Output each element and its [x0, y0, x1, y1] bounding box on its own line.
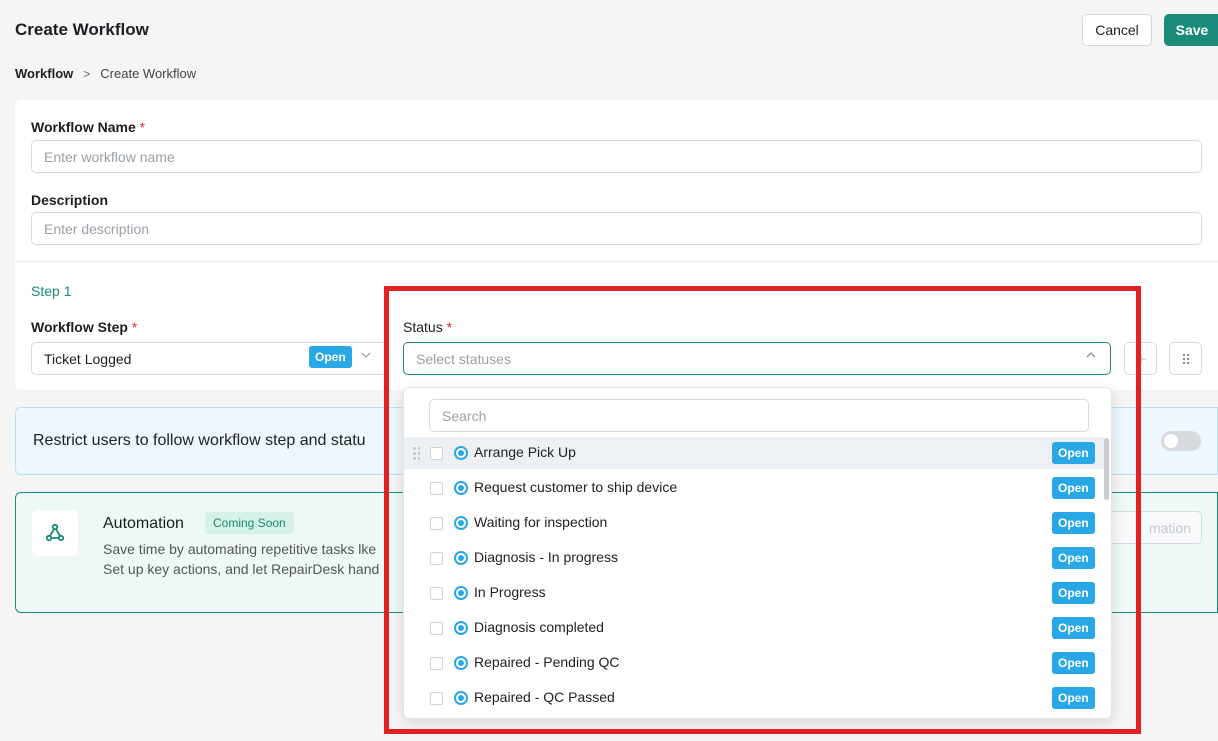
drag-handle-icon	[1182, 353, 1189, 364]
automation-desc-line2: Set up key actions, and let RepairDesk h…	[103, 561, 380, 577]
description-label: Description	[31, 192, 109, 208]
add-step-button[interactable]	[1124, 342, 1157, 375]
list-item[interactable]: Waiting for inspection Open	[404, 507, 1104, 539]
status-dot-icon	[454, 656, 468, 670]
coming-soon-badge: Coming Soon	[205, 512, 294, 534]
automation-desc-line1: Save time by automating repetitive tasks…	[103, 541, 377, 557]
page-title: Create Workflow	[15, 20, 149, 39]
section-divider	[15, 261, 1218, 262]
automation-icon-box	[32, 510, 78, 556]
workflow-step-label-text: Workflow Step	[31, 319, 128, 335]
restrict-text: Restrict users to follow workflow step a…	[33, 432, 366, 449]
item-checkbox[interactable]	[430, 517, 443, 530]
item-label: Repaired - Pending QC	[474, 654, 620, 670]
required-mark: *	[131, 319, 138, 335]
item-label: Arrange Pick Up	[474, 444, 576, 460]
workflow-step-label: Workflow Step *	[31, 319, 137, 335]
open-badge: Open	[1052, 512, 1095, 534]
status-dot-icon	[454, 551, 468, 565]
list-item[interactable]: Repaired - Pending QC Open	[404, 647, 1104, 679]
cancel-button[interactable]: Cancel	[1082, 14, 1152, 46]
list-item[interactable]: Diagnosis completed Open	[404, 612, 1104, 644]
plus-icon	[1135, 353, 1146, 364]
status-dot-icon	[454, 481, 468, 495]
breadcrumb-separator: >	[83, 66, 91, 81]
item-checkbox[interactable]	[430, 587, 443, 600]
list-item[interactable]: Request customer to ship device Open	[404, 472, 1104, 504]
item-label: Diagnosis completed	[474, 619, 604, 635]
automation-button-label: mation	[1148, 519, 1191, 536]
drag-handle-icon[interactable]	[412, 446, 420, 460]
description-input[interactable]: Enter description	[31, 212, 1202, 245]
open-badge: Open	[1052, 442, 1095, 464]
status-label-text: Status	[403, 319, 443, 335]
status-dot-icon	[454, 586, 468, 600]
open-badge: Open	[1052, 652, 1095, 674]
open-badge: Open	[1052, 617, 1095, 639]
save-button[interactable]: Save	[1164, 14, 1218, 46]
item-label: Request customer to ship device	[474, 479, 678, 495]
workflow-step-badge: Open	[309, 346, 352, 368]
breadcrumb-current: Create Workflow	[100, 66, 197, 81]
workflow-name-input[interactable]: Enter workflow name	[31, 140, 1202, 173]
status-select[interactable]: Select statuses	[403, 342, 1111, 375]
open-badge: Open	[1052, 547, 1095, 569]
breadcrumb-workflow-link[interactable]: Workflow	[15, 66, 73, 81]
status-dot-icon	[454, 691, 468, 705]
chevron-up-icon[interactable]	[1085, 350, 1097, 363]
dropdown-search-input[interactable]: Search	[429, 399, 1089, 432]
item-label: In Progress	[474, 584, 546, 600]
required-mark: *	[446, 319, 453, 335]
workflow-name-label-text: Workflow Name	[31, 119, 136, 135]
dropdown-scrollbar[interactable]	[1104, 438, 1109, 500]
item-label: Repaired - QC Passed	[474, 689, 615, 705]
status-dropdown: Search Arrange Pick Up Open Request cust…	[403, 387, 1112, 719]
item-label: Diagnosis - In progress	[474, 549, 618, 565]
item-checkbox[interactable]	[430, 657, 443, 670]
drag-step-button[interactable]	[1169, 342, 1202, 375]
list-item[interactable]: Diagnosis - In progress Open	[404, 542, 1104, 574]
breadcrumb: Workflow > Create Workflow	[15, 66, 196, 81]
automation-title: Automation	[103, 515, 184, 532]
step-title: Step 1	[31, 283, 72, 299]
item-checkbox[interactable]	[430, 447, 443, 460]
status-dot-icon	[454, 516, 468, 530]
status-dot-icon	[454, 446, 468, 460]
item-checkbox[interactable]	[430, 692, 443, 705]
open-badge: Open	[1052, 687, 1095, 709]
workflow-name-label: Workflow Name *	[31, 119, 145, 135]
required-mark: *	[139, 119, 146, 135]
automation-button: mation	[1100, 511, 1202, 544]
open-badge: Open	[1052, 582, 1095, 604]
status-label: Status *	[403, 319, 452, 335]
list-item[interactable]: Arrange Pick Up Open	[404, 437, 1104, 469]
restrict-toggle[interactable]	[1161, 431, 1201, 451]
open-badge: Open	[1052, 477, 1095, 499]
automation-icon	[45, 523, 65, 542]
item-checkbox[interactable]	[430, 552, 443, 565]
list-item[interactable]: Repaired - QC Passed Open	[404, 682, 1104, 714]
item-checkbox[interactable]	[430, 622, 443, 635]
item-checkbox[interactable]	[430, 482, 443, 495]
list-item[interactable]: In Progress Open	[404, 577, 1104, 609]
item-label: Waiting for inspection	[474, 514, 608, 530]
chevron-down-icon[interactable]	[360, 349, 372, 363]
status-dot-icon	[454, 621, 468, 635]
